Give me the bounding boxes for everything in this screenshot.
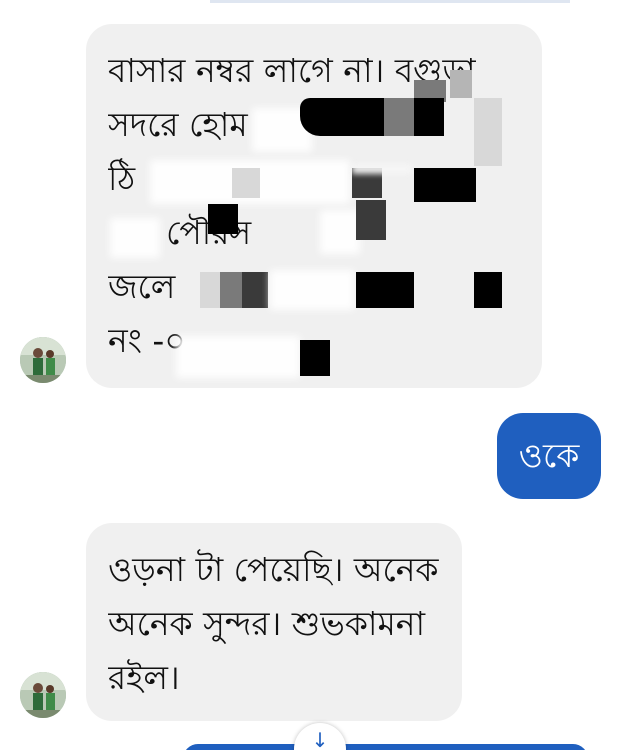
next-message-bubble[interactable] — [183, 744, 588, 750]
incoming-message-bubble[interactable]: ওড়না টা পেয়েছি। অনেক অনেক সুন্দর। শুভক… — [86, 523, 462, 721]
message-text: ওকে — [518, 436, 580, 475]
scroll-to-bottom-button[interactable]: ↓ — [294, 723, 346, 750]
previous-message-edge — [210, 0, 570, 3]
outgoing-message-bubble[interactable]: ওকে — [497, 413, 601, 499]
avatar-photo — [20, 337, 66, 383]
message-line: ওড়না টা পেয়েছি। অনেক — [108, 550, 439, 589]
message-line: অনেক সুন্দর। শুভকামনা — [108, 604, 426, 643]
chevron-down-icon: ↓ — [311, 728, 329, 750]
incoming-message-bubble[interactable]: বাসার নম্বর লাগে না। বগুড়া সদরে হোম ঠি … — [86, 24, 542, 388]
message-line: পৌরস — [108, 206, 520, 260]
avatar-photo — [20, 672, 66, 718]
sender-avatar[interactable] — [20, 672, 66, 718]
sender-avatar[interactable] — [20, 337, 66, 383]
message-thread: বাসার নম্বর লাগে না। বগুড়া সদরে হোম ঠি … — [0, 0, 640, 750]
message-line: রইল। — [108, 658, 180, 697]
